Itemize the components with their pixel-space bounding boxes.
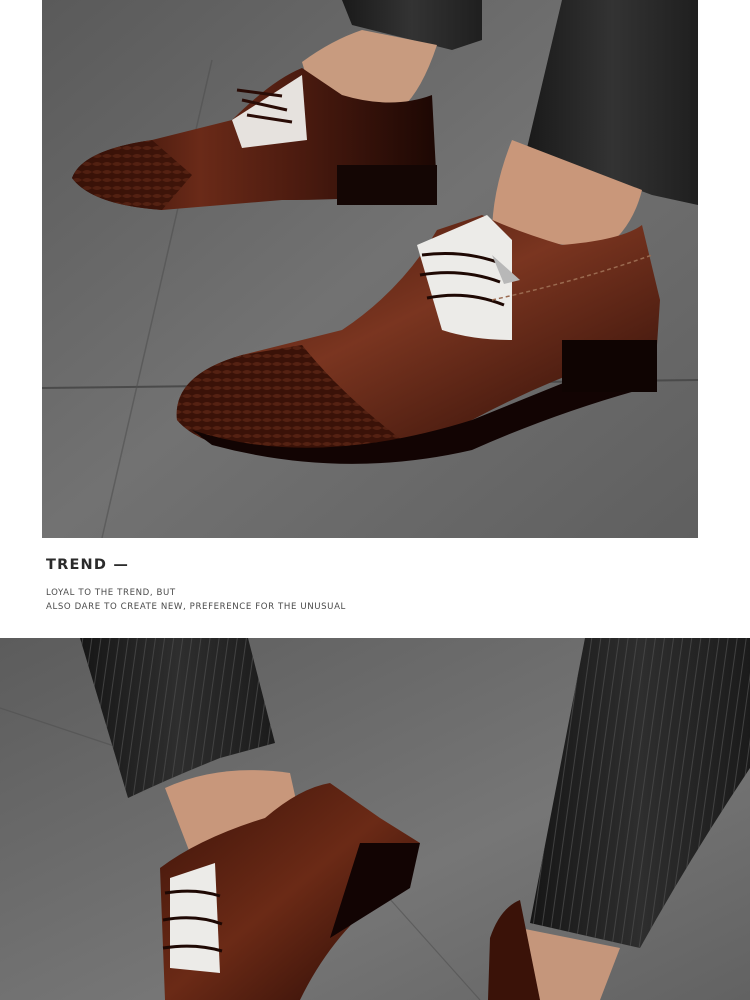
trend-line-1: LOYAL TO THE TREND, BUT: [46, 588, 176, 598]
trend-title: TREND —: [46, 557, 130, 573]
product-photo-top: [42, 0, 698, 538]
trend-line-2: ALSO DARE TO CREATE NEW, PREFERENCE FOR …: [46, 602, 346, 612]
product-photo-bottom: [0, 638, 750, 1000]
trend-caption: TREND — LOYAL TO THE TREND, BUT ALSO DAR…: [46, 556, 706, 614]
